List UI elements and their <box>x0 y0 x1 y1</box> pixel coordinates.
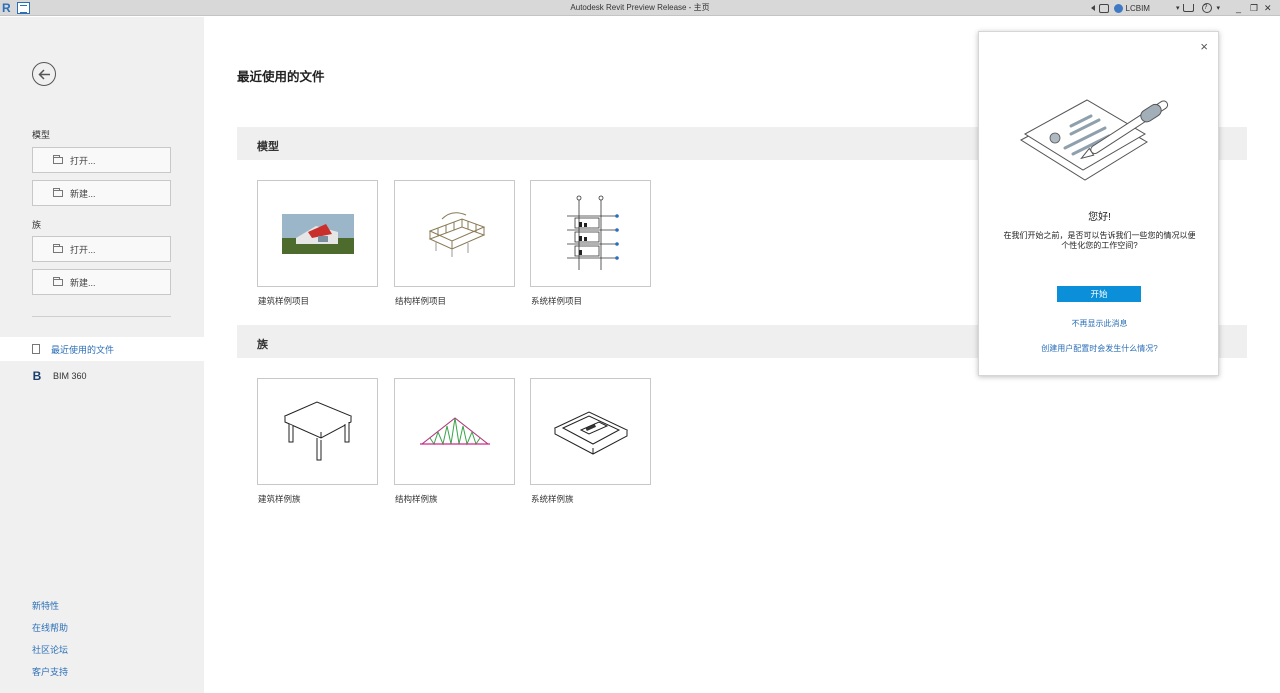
welcome-popup: × 您好! 在我们开始之前，是否可以告诉我们一些您的情况以便个性化您的工作空间?… <box>978 31 1219 376</box>
sidebar-item-recent-files[interactable]: 最近使用的文件 <box>0 337 204 361</box>
family-open-label: 打开... <box>70 244 96 255</box>
sidebar-divider <box>32 316 171 317</box>
truss-family-preview-icon <box>419 416 490 446</box>
customer-support-link[interactable]: 客户支持 <box>32 665 68 678</box>
sidebar-item-label: 最近使用的文件 <box>51 344 115 355</box>
greeting-text: 您好! <box>1088 212 1111 223</box>
thumbnail-label: 结构样例项目 <box>395 296 447 306</box>
folder-open-icon <box>53 243 63 253</box>
binoculars-icon[interactable] <box>1098 3 1109 13</box>
dont-show-again-link[interactable]: 不再显示此消息 <box>979 318 1220 329</box>
model-thumbnail-structure[interactable] <box>394 180 515 287</box>
window-title: Autodesk Revit Preview Release - 主页 <box>570 3 710 12</box>
section-label: 模型 <box>257 141 279 153</box>
recent-files-icon <box>32 344 40 354</box>
family-new-button[interactable]: 新建... <box>32 269 171 295</box>
minimize-icon[interactable]: _ <box>1236 3 1250 13</box>
user-icon[interactable] <box>1113 3 1123 13</box>
family-thumbnail-structure[interactable] <box>394 378 515 485</box>
model-new-label: 新建... <box>70 188 96 199</box>
restore-icon[interactable]: ❐ <box>1250 3 1264 14</box>
folder-open-icon <box>53 154 63 164</box>
family-new-label: 新建... <box>70 277 96 288</box>
close-window-icon[interactable]: ✕ <box>1264 3 1278 14</box>
model-open-button[interactable]: 打开... <box>32 147 171 173</box>
model-new-button[interactable]: 新建... <box>32 180 171 206</box>
back-button[interactable] <box>32 62 56 86</box>
family-section-label: 族 <box>32 220 42 230</box>
close-icon[interactable]: × <box>1200 40 1208 54</box>
sidebar-item-label: BIM 360 <box>53 371 87 381</box>
model-thumbnail-systems[interactable] <box>530 180 651 287</box>
help-icon[interactable]: ? <box>1202 3 1213 13</box>
community-forum-link[interactable]: 社区论坛 <box>32 643 68 656</box>
sidebar: 模型 打开... 新建... 族 打开... 新建... 最近使用的文件 B B… <box>0 17 204 693</box>
start-button[interactable]: 开始 <box>1057 286 1141 302</box>
documents-pen-illustration <box>1020 99 1169 181</box>
model-open-label: 打开... <box>70 155 96 166</box>
thumbnail-label: 结构样例族 <box>395 494 438 504</box>
family-open-button[interactable]: 打开... <box>32 236 171 262</box>
thumbnail-label: 建筑样例族 <box>258 494 301 504</box>
architecture-model-preview-icon <box>281 213 354 254</box>
family-thumbnail-systems[interactable] <box>530 378 651 485</box>
title-bar: R Autodesk Revit Preview Release - 主页 LC… <box>0 0 1280 16</box>
arrow-left-icon <box>37 68 50 80</box>
thumbnail-label: 系统样例项目 <box>531 296 583 306</box>
page-title: 最近使用的文件 <box>237 70 325 84</box>
cart-icon[interactable] <box>1183 4 1195 12</box>
online-help-link[interactable]: 在线帮助 <box>32 621 68 634</box>
profile-info-link[interactable]: 创建用户配置时会发生什么情况? <box>979 343 1220 354</box>
family-thumbnail-architecture[interactable] <box>257 378 378 485</box>
section-label: 族 <box>257 339 268 351</box>
systems-model-preview-icon <box>566 195 619 270</box>
structure-model-preview-icon <box>428 211 485 257</box>
welcome-message: 在我们开始之前，是否可以告诉我们一些您的情况以便个性化您的工作空间? <box>1003 231 1196 250</box>
revit-logo-icon[interactable]: R <box>2 1 14 15</box>
thumbnail-label: 系统样例族 <box>531 494 574 504</box>
help-chevron-down-icon[interactable]: ▾ <box>1216 4 1220 12</box>
whats-new-link[interactable]: 新特性 <box>32 599 59 612</box>
search-expand-icon[interactable] <box>1090 5 1095 11</box>
sidebar-item-bim360[interactable]: B BIM 360 <box>0 364 204 388</box>
thumbnail-label: 建筑样例项目 <box>258 296 310 306</box>
chevron-down-icon[interactable]: ▾ <box>1176 4 1180 12</box>
new-file-icon <box>53 276 63 286</box>
new-file-icon <box>53 187 63 197</box>
model-thumbnail-architecture[interactable] <box>257 180 378 287</box>
quick-access-menu-icon[interactable] <box>17 2 30 14</box>
bim360-icon: B <box>32 369 42 383</box>
system-family-preview-icon <box>553 410 628 455</box>
model-section-label: 模型 <box>32 130 51 140</box>
table-family-preview-icon <box>283 400 352 460</box>
username-label[interactable]: LCBIM <box>1126 4 1150 13</box>
